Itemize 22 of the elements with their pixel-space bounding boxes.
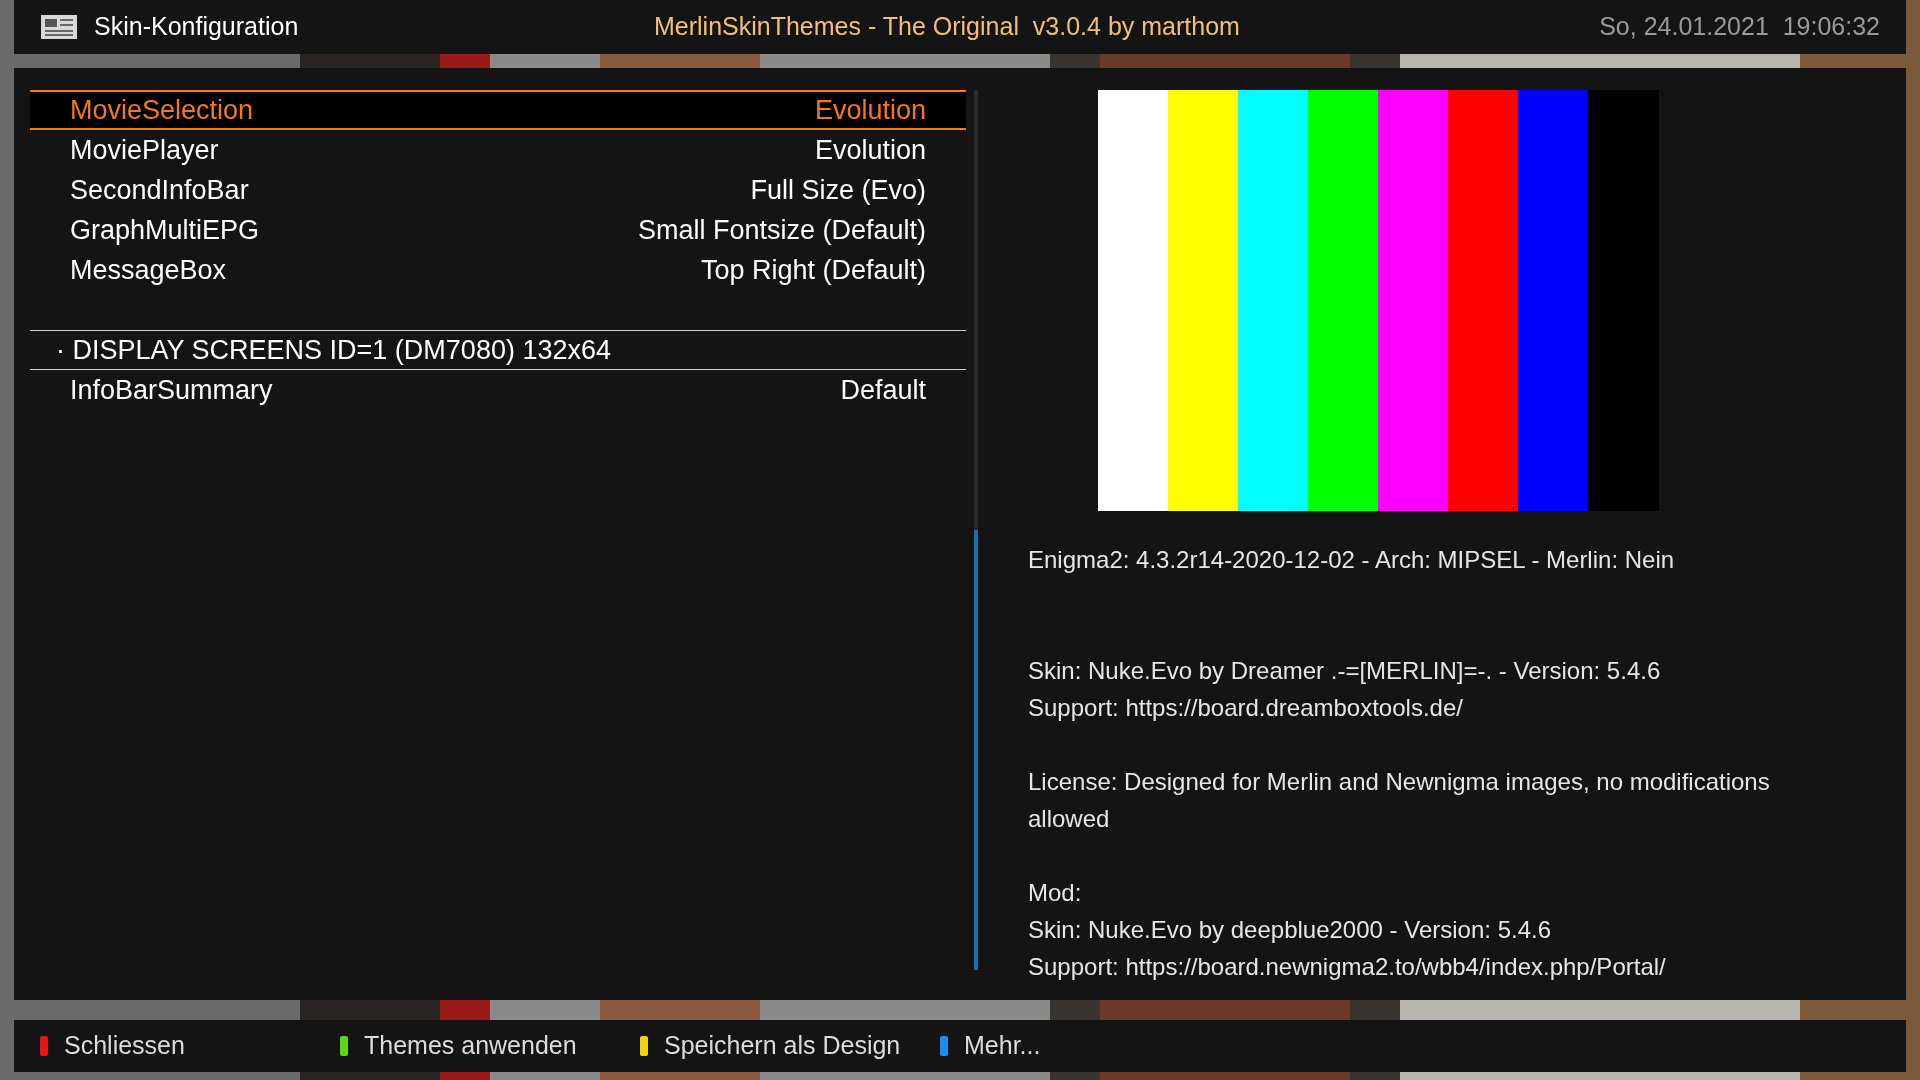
section-header: · DISPLAY SCREENS ID=1 (DM7080) 132x64: [30, 330, 966, 370]
info-text: Skin: Nuke.Evo by deepblue2000 - Version: 5.4.6: [1028, 915, 1552, 945]
date-time: So, 24.01.2021 19:06:32: [1599, 11, 1880, 43]
info-text: License: Designed for Merlin and Newnigma images, no modifications allowed: [1028, 767, 1771, 834]
plugin-title: MerlinSkinThemes - The Original v3.0.4 by marthom: [654, 11, 1241, 43]
key-label[interactable]: Mehr...: [964, 1027, 1041, 1065]
list-row[interactable]: SecondInfoBar Full Size (Evo): [30, 170, 966, 210]
newspaper-icon: [40, 14, 78, 40]
info-text: Enigma2: 4.3.2r14-2020-12-02 - Arch: MIPSEL - Merlin: Nein: [1028, 545, 1676, 575]
key-label[interactable]: Speichern als Design: [664, 1027, 901, 1065]
key-label[interactable]: Themes anwenden: [364, 1027, 577, 1065]
list-row[interactable]: MovieSelection Evolution: [30, 90, 966, 130]
list-row[interactable]: MoviePlayer Evolution: [30, 130, 966, 170]
list-row[interactable]: GraphMultiEPG Small Fontsize (Default): [30, 210, 966, 250]
list-row[interactable]: InfoBarSummary Default: [30, 370, 966, 410]
list-row[interactable]: MessageBox Top Right (Default): [30, 250, 966, 290]
info-text: Support: https://board.newnigma2.to/wbb4/index.php/Portal/: [1028, 952, 1667, 982]
info-text: Skin: Nuke.Evo by Dreamer .-=[MERLIN]=-. - Version: 5.4.6: [1028, 656, 1662, 686]
window-title: Skin-Konfiguration: [94, 11, 300, 43]
info-text: Support: https://board.dreamboxtools.de/: [1028, 693, 1464, 723]
info-text: Mod:: [1028, 878, 1083, 908]
key-label[interactable]: Schliessen: [64, 1027, 185, 1065]
